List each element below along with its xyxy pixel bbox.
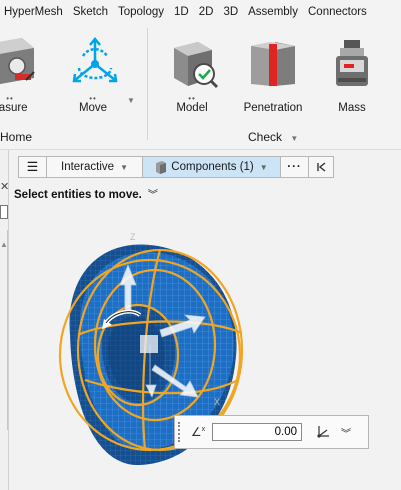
move-tool[interactable]: •• Move xyxy=(53,34,133,114)
panel-toggle[interactable] xyxy=(0,205,8,219)
measure-label: easure xyxy=(0,102,28,114)
selection-toolbar: ☰ Interactive ▼ Components (1) ▼ ··· xyxy=(18,156,334,178)
menu-bar: HyperMesh Sketch Topology 1D 2D 3D Assem… xyxy=(0,0,401,24)
instruction-text: Select entities to move. ︾ xyxy=(14,186,158,201)
graphics-viewport[interactable]: ☰ Interactive ▼ Components (1) ▼ ··· Sel… xyxy=(10,150,401,490)
mass-scale-icon xyxy=(324,34,380,94)
axis-system-icon[interactable] xyxy=(310,424,336,441)
ribbon: •• easure •• Move ▼ xyxy=(0,24,401,150)
move-label: Move xyxy=(78,102,108,114)
expand-instructions-icon[interactable]: ︾ xyxy=(148,190,158,201)
move-dropdown-icon[interactable]: ▼ xyxy=(127,96,135,105)
penetration-icon xyxy=(245,34,301,94)
expand-options-icon[interactable]: ︾ xyxy=(336,425,356,440)
angle-icon: ∠x xyxy=(190,425,206,439)
z-axis-label: Z xyxy=(130,232,136,242)
close-icon[interactable]: ✕ xyxy=(0,180,9,193)
move-icon xyxy=(65,34,121,94)
mode-dropdown-label: Interactive xyxy=(61,161,115,173)
side-panel-edge: ✕ ▲ xyxy=(0,150,9,490)
group-home-label: Home xyxy=(0,130,33,144)
menu-3d[interactable]: 3D xyxy=(218,6,243,18)
components-selector[interactable]: Components (1) ▼ xyxy=(143,157,281,177)
mode-dropdown[interactable]: Interactive ▼ xyxy=(47,157,143,177)
model-check-icon xyxy=(164,34,220,94)
check-dropdown-icon: ▼ xyxy=(290,134,299,143)
move-value-bar: ∠x ︾ xyxy=(174,415,369,449)
scroll-up-icon[interactable]: ▲ xyxy=(0,240,8,249)
more-options-button[interactable]: ··· xyxy=(281,157,309,177)
chevron-down-icon: ▼ xyxy=(259,162,268,172)
model-label: Model xyxy=(176,102,208,114)
value-input[interactable] xyxy=(212,423,302,441)
mass-tool[interactable]: Mass xyxy=(312,34,392,114)
menu-sketch[interactable]: Sketch xyxy=(68,6,113,18)
menu-2d[interactable]: 2D xyxy=(194,6,219,18)
penetration-label: Penetration xyxy=(243,102,303,114)
menu-topology[interactable]: Topology xyxy=(113,6,169,18)
gizmo-center[interactable] xyxy=(140,335,158,353)
panel-divider xyxy=(7,230,8,430)
collapse-toolbar-icon[interactable] xyxy=(309,157,333,177)
mass-label: Mass xyxy=(338,102,366,114)
menu-1d[interactable]: 1D xyxy=(169,6,194,18)
hamburger-menu-icon[interactable]: ☰ xyxy=(19,157,47,177)
ribbon-separator xyxy=(147,28,148,140)
measure-tool[interactable]: •• easure xyxy=(0,34,50,114)
penetration-tool[interactable]: Penetration xyxy=(233,34,313,114)
model-tool[interactable]: •• Model xyxy=(152,34,232,114)
menu-assembly[interactable]: Assembly xyxy=(243,6,303,18)
chevron-down-icon: ▼ xyxy=(120,162,128,172)
component-icon xyxy=(156,161,167,174)
group-check-label: Check xyxy=(248,130,283,144)
group-check[interactable]: Check ▼ xyxy=(248,130,298,144)
menu-hypermesh[interactable]: HyperMesh xyxy=(0,6,68,18)
menu-connectors[interactable]: Connectors xyxy=(303,6,372,18)
x-axis-label: X xyxy=(214,397,220,407)
instruction-label: Select entities to move. xyxy=(14,189,142,201)
measure-icon xyxy=(0,34,38,94)
components-selector-label: Components (1) xyxy=(171,161,254,173)
